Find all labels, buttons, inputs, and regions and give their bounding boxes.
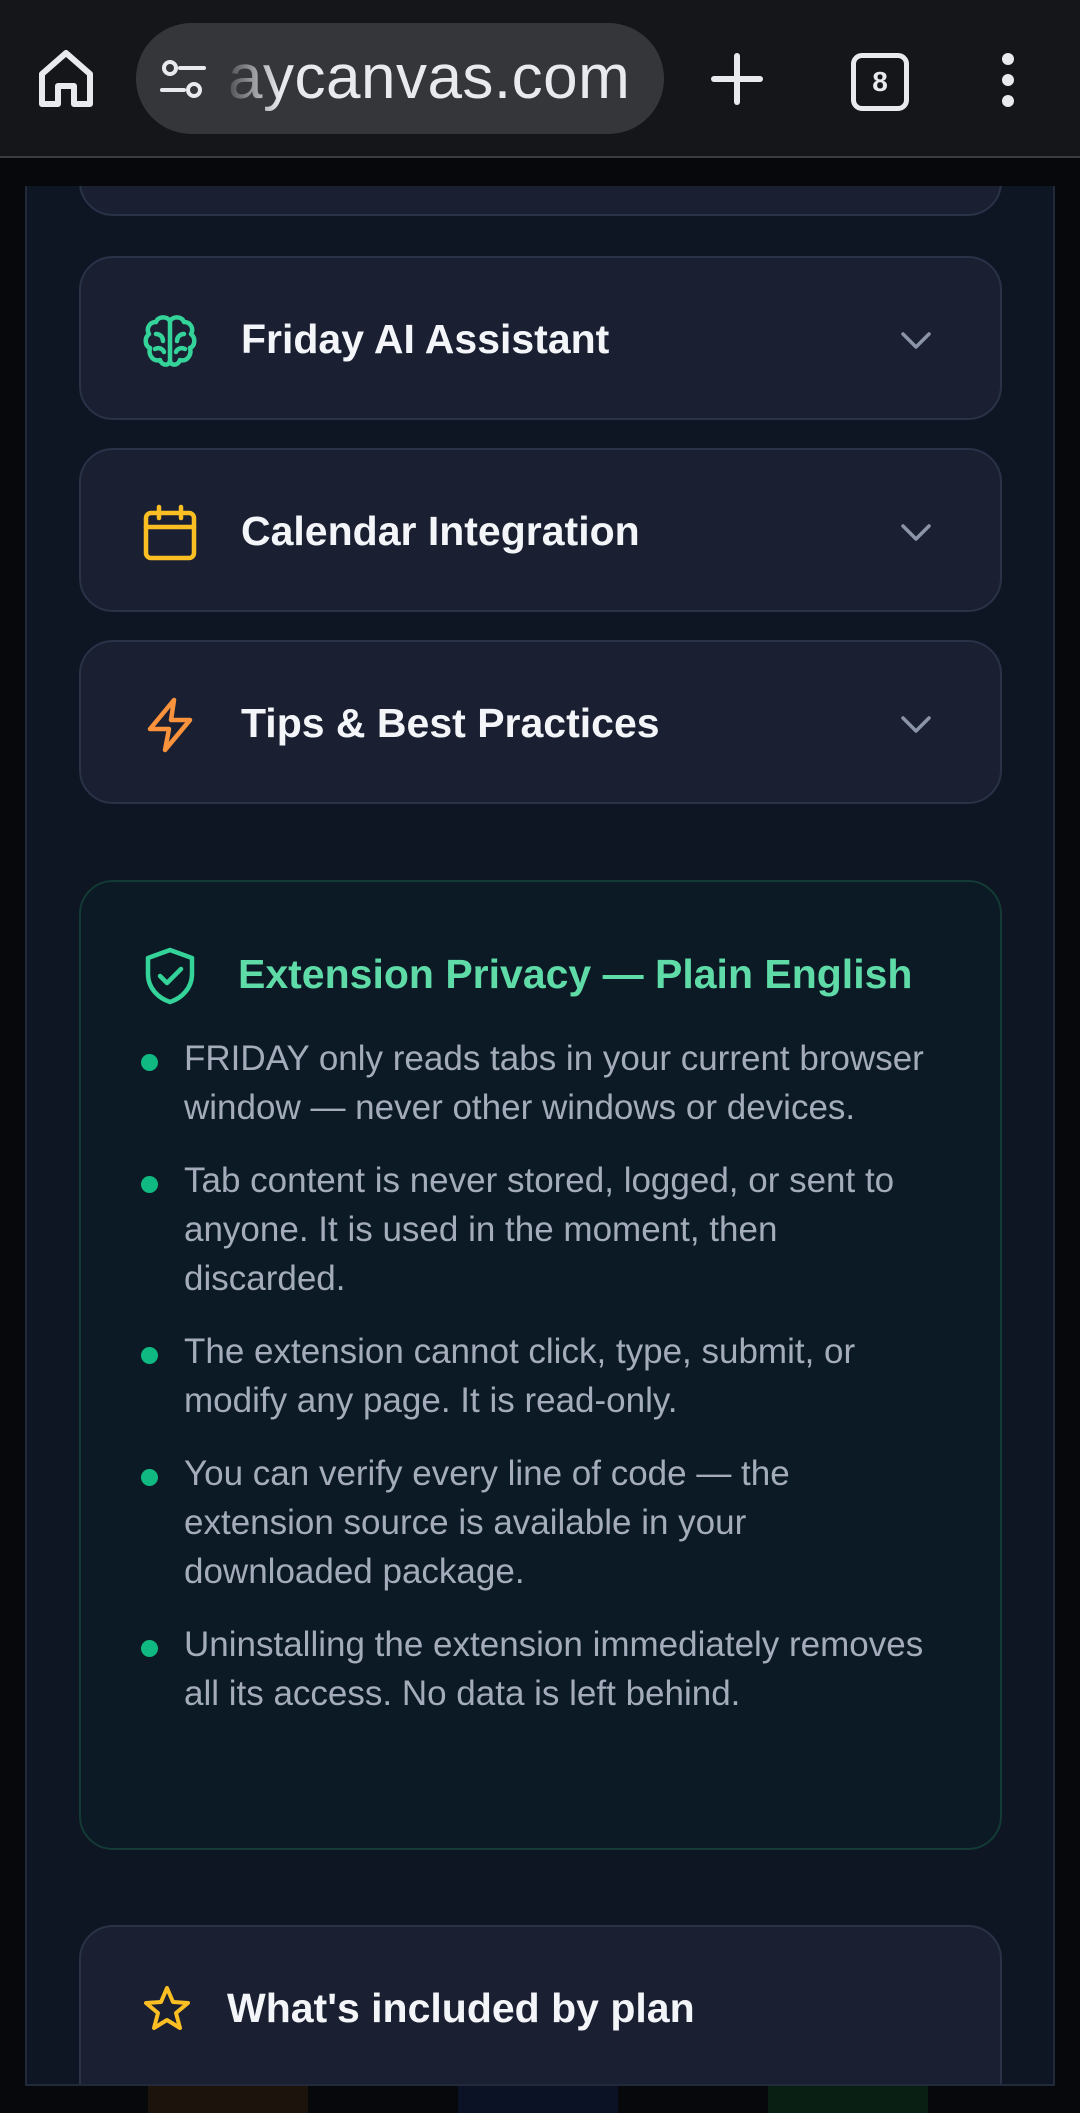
bullet-dot [141, 1054, 158, 1071]
bullet-dot [141, 1176, 158, 1193]
list-item-text: Uninstalling the extension immediately r… [184, 1625, 924, 1713]
bottom-edge [0, 2086, 1080, 2113]
more-menu-icon[interactable] [998, 52, 1018, 108]
site-settings-icon[interactable] [158, 55, 208, 105]
privacy-list: FRIDAY only reads tabs in your current b… [141, 1034, 941, 1742]
url-fade [220, 23, 280, 134]
accordion-tips-best-practices[interactable]: Tips & Best Practices [79, 640, 1002, 804]
bottom-segment [458, 2086, 618, 2113]
accordion-label: Tips & Best Practices [241, 700, 660, 746]
list-item: FRIDAY only reads tabs in your current b… [141, 1034, 941, 1132]
list-item-text: The extension cannot click, type, submit… [184, 1332, 856, 1420]
chevron-down-icon [901, 332, 931, 349]
bottom-segment [148, 2086, 308, 2113]
bullet-dot [141, 1469, 158, 1486]
guide-panel: Friday AI Assistant Calendar Integration… [25, 186, 1055, 2086]
url-text[interactable]: aycanvas.com [228, 43, 630, 113]
accordion-item-previous[interactable] [79, 186, 1002, 216]
star-icon [144, 1986, 190, 2030]
plans-card[interactable]: What's included by plan [79, 1925, 1002, 2084]
new-tab-icon[interactable] [708, 50, 766, 108]
tab-switcher-button[interactable]: 8 [851, 53, 909, 111]
browser-toolbar: aycanvas.com 8 [0, 0, 1080, 158]
list-item: Uninstalling the extension immediately r… [141, 1620, 941, 1718]
chevron-down-icon [901, 524, 931, 541]
bullet-dot [141, 1640, 158, 1657]
address-bar[interactable]: aycanvas.com [136, 23, 664, 134]
chevron-down-icon [901, 716, 931, 733]
privacy-title: Extension Privacy — Plain English [238, 951, 913, 997]
bottom-segment [768, 2086, 928, 2113]
list-item: The extension cannot click, type, submit… [141, 1327, 941, 1425]
plans-title: What's included by plan [227, 1985, 695, 2031]
list-item: Tab content is never stored, logged, or … [141, 1156, 941, 1303]
accordion-label: Calendar Integration [241, 508, 640, 554]
tab-count: 8 [851, 53, 909, 111]
list-item: You can verify every line of code — the … [141, 1449, 941, 1596]
accordion-label: Friday AI Assistant [241, 316, 610, 362]
home-icon[interactable] [36, 46, 96, 110]
accordion-friday-ai[interactable]: Friday AI Assistant [79, 256, 1002, 420]
brain-icon [143, 315, 197, 367]
bullet-dot [141, 1347, 158, 1364]
list-item-text: You can verify every line of code — the … [184, 1454, 790, 1591]
lightning-icon [147, 697, 193, 753]
shield-check-icon [145, 947, 195, 1005]
list-item-text: Tab content is never stored, logged, or … [184, 1161, 895, 1298]
list-item-text: FRIDAY only reads tabs in your current b… [184, 1039, 924, 1127]
privacy-card: Extension Privacy — Plain English FRIDAY… [79, 880, 1002, 1850]
calendar-icon [143, 504, 197, 561]
accordion-calendar-integration[interactable]: Calendar Integration [79, 448, 1002, 612]
